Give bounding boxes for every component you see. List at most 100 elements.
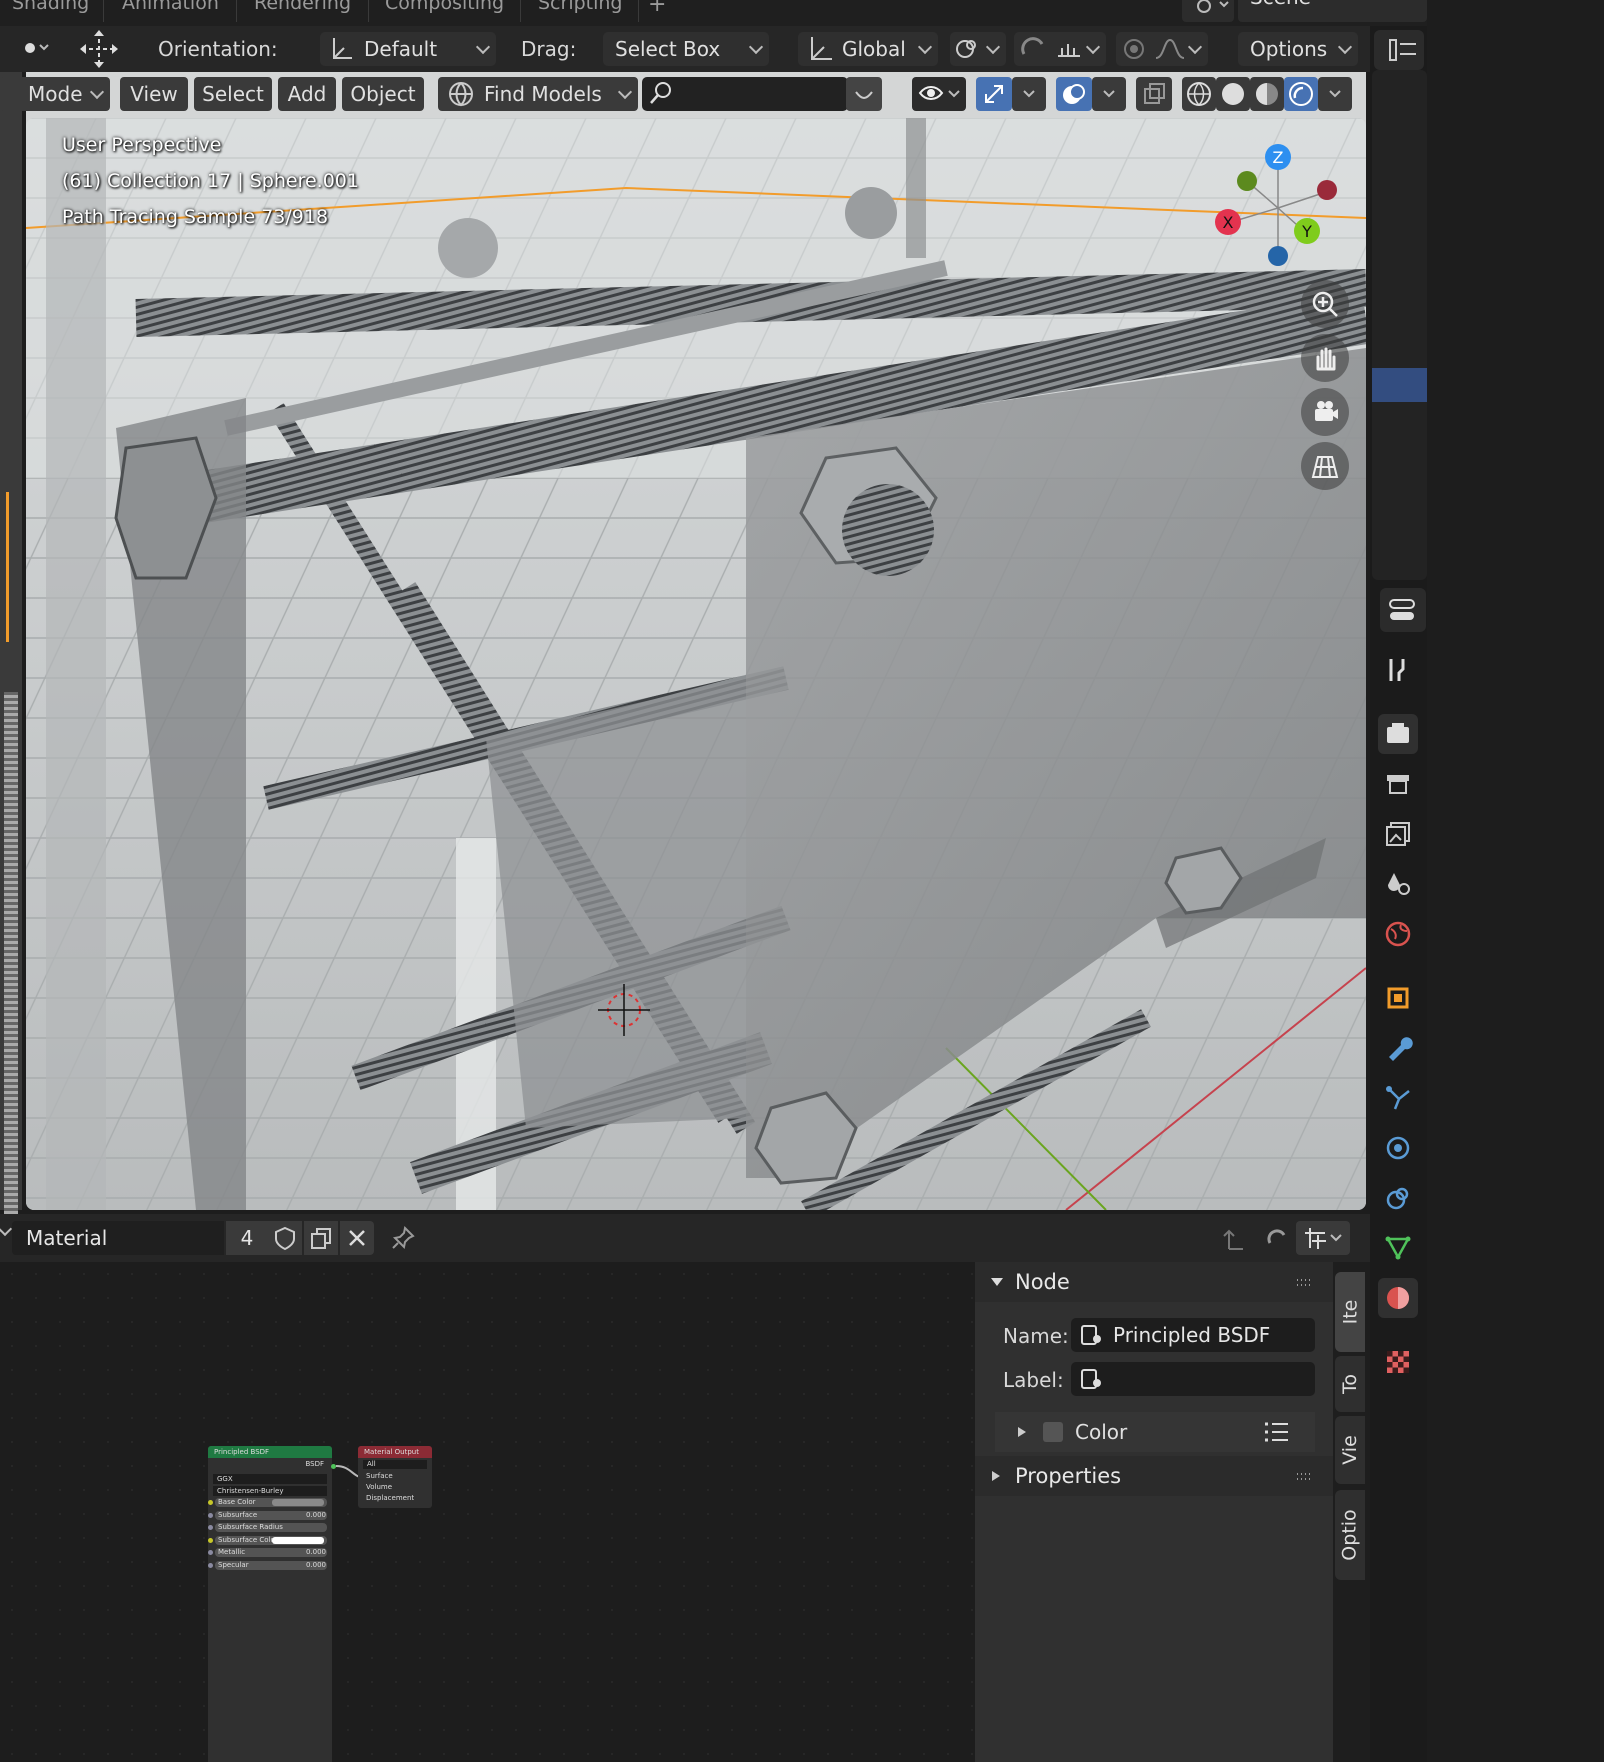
gizmo-z-axis[interactable]: Z: [1265, 144, 1291, 170]
add-menu[interactable]: Add: [278, 77, 336, 111]
material-user-count[interactable]: 4: [226, 1221, 268, 1255]
tab-view[interactable]: Vie: [1335, 1416, 1365, 1484]
node-panel-header[interactable]: Node: [975, 1262, 1333, 1302]
move-icon[interactable]: [76, 28, 122, 70]
color-subpanel-header[interactable]: Color: [995, 1412, 1315, 1452]
xray-toggle[interactable]: [1136, 77, 1172, 111]
output-properties-icon[interactable]: [1378, 764, 1418, 804]
principled-bsdf-node[interactable]: Principled BSDF BSDF GGX Christensen-Bur…: [208, 1446, 332, 1762]
drag-handle-icon[interactable]: [1295, 1472, 1315, 1482]
show-gizmo-toggle[interactable]: [976, 77, 1012, 111]
bsdf-input-row[interactable]: Specular 0.000: [208, 1560, 332, 1572]
node-label-field[interactable]: [1071, 1362, 1315, 1396]
list-presets-icon[interactable]: [1263, 1420, 1291, 1444]
input-socket[interactable]: [208, 1500, 213, 1505]
modifier-properties-icon[interactable]: [1378, 1028, 1418, 1068]
3d-viewport[interactable]: User Perspective (61) Collection 17 | Sp…: [26, 118, 1366, 1210]
node-name-field[interactable]: Principled BSDF: [1071, 1318, 1315, 1352]
scene-properties-icon[interactable]: [1378, 864, 1418, 904]
gizmo-neg-x[interactable]: [1317, 180, 1337, 200]
subsurface-method-dropdown[interactable]: Christensen-Burley: [213, 1486, 327, 1496]
pin-button[interactable]: [386, 1221, 420, 1255]
shading-options-dropdown[interactable]: [1318, 77, 1352, 111]
pivot-point-dropdown[interactable]: [950, 32, 1006, 66]
shading-rendered-button[interactable]: [1284, 77, 1318, 111]
view-layer-properties-icon[interactable]: [1378, 814, 1418, 854]
options-dropdown[interactable]: Options: [1238, 32, 1358, 66]
gizmo-options-dropdown[interactable]: [1012, 77, 1046, 111]
show-overlays-toggle[interactable]: [1056, 77, 1092, 111]
input-socket[interactable]: [208, 1512, 213, 1518]
shading-wireframe-button[interactable]: [1182, 77, 1216, 111]
physics-properties-icon[interactable]: [1378, 1128, 1418, 1168]
tab-animation[interactable]: Animation: [122, 0, 219, 14]
object-properties-icon[interactable]: [1378, 978, 1418, 1018]
shading-material-button[interactable]: [1250, 77, 1284, 111]
view-menu[interactable]: View: [120, 77, 188, 111]
particles-properties-icon[interactable]: [1378, 1078, 1418, 1118]
find-models-dropdown[interactable]: Find Models: [438, 77, 638, 111]
scene-name-field[interactable]: Scene: [1238, 0, 1427, 22]
texture-properties-icon[interactable]: [1378, 1342, 1418, 1382]
use-color-checkbox[interactable]: [1043, 1422, 1063, 1442]
scene-selector-icon[interactable]: [1182, 0, 1234, 22]
mesh-data-properties-icon[interactable]: [1378, 1228, 1418, 1268]
bsdf-input-row[interactable]: Base Color: [208, 1497, 332, 1509]
unlink-material-button[interactable]: [340, 1221, 374, 1255]
bsdf-input-row[interactable]: Metallic 0.000: [208, 1547, 332, 1559]
bsdf-input-row[interactable]: Subsurface 0.000: [208, 1510, 332, 1522]
editor-type-button[interactable]: [1374, 30, 1424, 70]
input-socket[interactable]: [208, 1525, 213, 1530]
visibility-dropdown[interactable]: [912, 77, 966, 111]
navigation-gizmo[interactable]: Z X Y: [1206, 138, 1346, 278]
color-swatch[interactable]: [272, 1536, 324, 1544]
overlays-options-dropdown[interactable]: [1092, 77, 1126, 111]
snap-toggle[interactable]: [1260, 1221, 1294, 1255]
output-target-dropdown[interactable]: All: [363, 1460, 427, 1469]
input-socket[interactable]: [208, 1562, 213, 1568]
snap-dropdown[interactable]: [1014, 32, 1106, 66]
model-search-input[interactable]: [642, 77, 848, 111]
tab-scripting[interactable]: Scripting: [538, 0, 623, 14]
world-properties-icon[interactable]: [1378, 914, 1418, 954]
constraints-properties-icon[interactable]: [1378, 1178, 1418, 1218]
input-socket[interactable]: [208, 1537, 213, 1543]
tab-options[interactable]: Optio: [1335, 1490, 1365, 1580]
transform-orientation-dropdown[interactable]: Global: [798, 32, 938, 66]
drag-handle-icon[interactable]: [1295, 1278, 1315, 1288]
select-tool-dropdown[interactable]: [0, 31, 56, 65]
chevron-down-icon[interactable]: [0, 1221, 13, 1237]
proportional-editing-dropdown[interactable]: [1116, 32, 1208, 66]
search-options-button[interactable]: [846, 77, 882, 111]
color-swatch[interactable]: [272, 1499, 324, 1506]
add-workspace-button[interactable]: +: [648, 0, 666, 17]
material-name-field[interactable]: Material: [12, 1221, 224, 1255]
node-editor-canvas[interactable]: Principled BSDF BSDF GGX Christensen-Bur…: [0, 1262, 975, 1762]
tab-item[interactable]: Ite: [1335, 1272, 1365, 1352]
zoom-icon[interactable]: [1301, 280, 1349, 328]
parent-node-tree-button[interactable]: [1216, 1221, 1250, 1255]
distribution-dropdown[interactable]: GGX: [213, 1474, 327, 1484]
outliner-selected-row[interactable]: [1372, 368, 1427, 402]
properties-panel-header[interactable]: Properties: [975, 1456, 1333, 1496]
bsdf-input-row[interactable]: Subsurface Radius: [208, 1522, 332, 1534]
shading-solid-button[interactable]: [1216, 77, 1250, 111]
material-output-node[interactable]: Material Output All Surface Volume Displ…: [358, 1446, 432, 1508]
orientation-dropdown[interactable]: Default: [320, 32, 496, 66]
tab-rendering[interactable]: Rendering: [254, 0, 351, 14]
select-menu[interactable]: Select: [194, 77, 272, 111]
drag-dropdown[interactable]: Select Box: [603, 32, 769, 66]
gizmo-x-axis[interactable]: X: [1215, 209, 1241, 235]
fake-user-button[interactable]: [268, 1221, 302, 1255]
tool-properties-icon[interactable]: [1378, 650, 1418, 690]
tab-compositing[interactable]: Compositing: [385, 0, 504, 14]
camera-view-icon[interactable]: [1301, 388, 1349, 436]
gizmo-y-axis[interactable]: Y: [1294, 218, 1320, 244]
render-properties-icon[interactable]: [1378, 714, 1418, 754]
gizmo-neg-y[interactable]: [1237, 171, 1257, 191]
bsdf-input-row[interactable]: Subsurface Colo: [208, 1535, 332, 1547]
mode-dropdown[interactable]: Mode: [0, 77, 110, 111]
properties-editor-type-button[interactable]: [1380, 588, 1426, 632]
pan-hand-icon[interactable]: [1301, 334, 1349, 382]
snap-element-dropdown[interactable]: [1296, 1221, 1350, 1255]
